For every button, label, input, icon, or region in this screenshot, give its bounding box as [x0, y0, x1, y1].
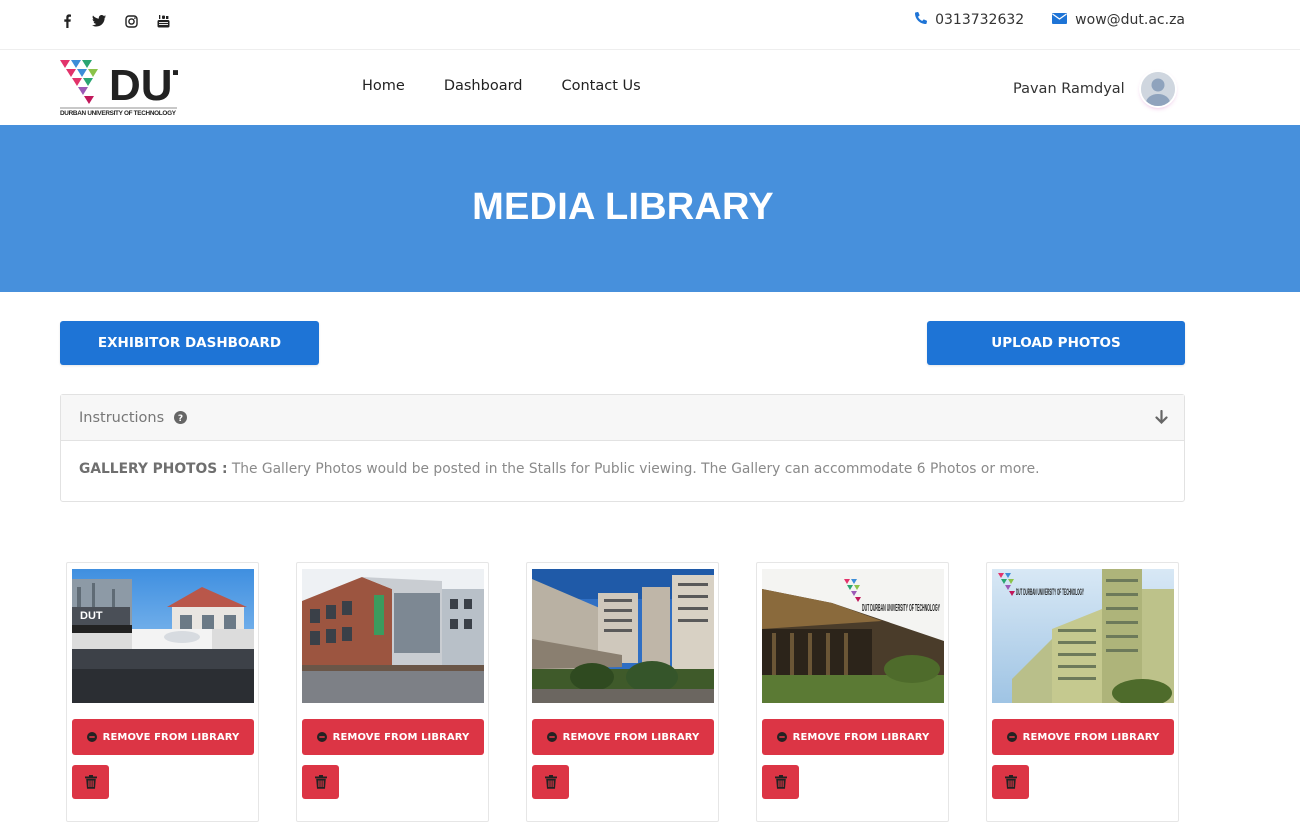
logo-subtext: DURBAN UNIVERSITY OF TECHNOLOGY: [60, 110, 177, 117]
gallery-card: REMOVE FROM LIBRARY: [526, 562, 719, 822]
page-banner: MEDIA LIBRARY: [0, 125, 1300, 292]
delete-photo-button[interactable]: [992, 765, 1029, 799]
gallery-card: DUT REMOVE FROM LIBRARY: [66, 562, 259, 822]
remove-label: REMOVE FROM LIBRARY: [1022, 731, 1160, 743]
photo-overlay-text: DUT: [80, 610, 103, 622]
envelope-icon: [1052, 12, 1068, 28]
nav-contact-us[interactable]: Contact Us: [562, 78, 641, 94]
instructions-header[interactable]: Instructions ?: [61, 395, 1184, 441]
gallery-photo[interactable]: DUT: [72, 569, 254, 703]
minus-circle-icon: [1006, 732, 1017, 742]
photo-overlay-text: DUT DURBAN UNIVERSITY OF TECHNOLOGY: [1016, 587, 1084, 597]
instructions-text: The Gallery Photos would be posted in th…: [227, 461, 1040, 477]
nav-dashboard[interactable]: Dashboard: [444, 78, 523, 94]
remove-label: REMOVE FROM LIBRARY: [102, 731, 240, 743]
phone-contact[interactable]: 0313732632: [915, 11, 1025, 28]
delete-photo-button[interactable]: [532, 765, 569, 799]
email-contact[interactable]: wow@dut.ac.za: [1052, 12, 1185, 28]
delete-photo-button[interactable]: [72, 765, 109, 799]
remove-label: REMOVE FROM LIBRARY: [792, 731, 930, 743]
minus-circle-icon: [546, 732, 557, 742]
trash-icon: [1004, 775, 1017, 789]
trash-icon: [314, 775, 327, 789]
gallery-photo[interactable]: DUT DURBAN UNIVERSITY OF TECHNOLOGY: [992, 569, 1174, 703]
logo-wordmark: DUT: [109, 61, 178, 110]
trash-icon: [544, 775, 557, 789]
phone-icon: [915, 11, 928, 28]
arrow-down-icon[interactable]: [1155, 409, 1168, 428]
minus-circle-icon: [776, 732, 787, 742]
contact-info: 0313732632 wow@dut.ac.za: [887, 11, 1185, 28]
remove-label: REMOVE FROM LIBRARY: [562, 731, 700, 743]
svg-text:?: ?: [178, 414, 183, 424]
instructions-label: GALLERY PHOTOS :: [79, 461, 228, 477]
trash-icon: [774, 775, 787, 789]
remove-from-library-button[interactable]: REMOVE FROM LIBRARY: [762, 719, 944, 755]
top-bar: 0313732632 wow@dut.ac.za: [0, 0, 1300, 50]
question-circle-icon: ?: [174, 411, 188, 424]
gallery-photo[interactable]: [302, 569, 484, 703]
remove-from-library-button[interactable]: REMOVE FROM LIBRARY: [72, 719, 254, 755]
exhibitor-dashboard-button[interactable]: EXHIBITOR DASHBOARD: [60, 321, 319, 365]
user-menu[interactable]: Pavan Ramdyal: [1013, 72, 1175, 106]
user-name: Pavan Ramdyal: [1013, 81, 1125, 97]
gallery-card: DUT DURBAN UNIVERSITY OF TECHNOLOGY REMO…: [986, 562, 1179, 822]
avatar[interactable]: [1140, 72, 1175, 106]
minus-circle-icon: [316, 732, 327, 742]
instagram-icon[interactable]: [122, 12, 140, 30]
dut-logo[interactable]: DUT DURBAN UNIVERSITY OF TECHNOLOGY: [60, 56, 200, 118]
remove-from-library-button[interactable]: REMOVE FROM LIBRARY: [532, 719, 714, 755]
delete-photo-button[interactable]: [762, 765, 799, 799]
nav-home[interactable]: Home: [362, 78, 405, 94]
gallery-photo[interactable]: [532, 569, 714, 703]
remove-from-library-button[interactable]: REMOVE FROM LIBRARY: [302, 719, 484, 755]
gallery-photo[interactable]: DUT DURBAN UNIVERSITY OF TECHNOLOGY: [762, 569, 944, 703]
instructions-panel: Instructions ? GALLERY PHOTOS : The Gall…: [60, 394, 1185, 502]
page-title: MEDIA LIBRARY: [472, 186, 774, 228]
minus-circle-icon: [86, 732, 97, 742]
social-links: [58, 12, 172, 30]
email-address: wow@dut.ac.za: [1075, 12, 1185, 28]
youtube-icon[interactable]: [154, 12, 172, 30]
photo-overlay-text: DUT DURBAN UNIVERSITY OF TECHNOLOGY: [862, 603, 940, 614]
upload-photos-button[interactable]: UPLOAD PHOTOS: [927, 321, 1185, 365]
main-header: DUT DURBAN UNIVERSITY OF TECHNOLOGY Home…: [0, 50, 1300, 125]
photo-gallery: DUT REMOVE FROM LIBRARY REMOVE FROM LIBR…: [66, 562, 1179, 822]
gallery-card: DUT DURBAN UNIVERSITY OF TECHNOLOGY REMO…: [756, 562, 949, 822]
gallery-card: REMOVE FROM LIBRARY: [296, 562, 489, 822]
delete-photo-button[interactable]: [302, 765, 339, 799]
trash-icon: [84, 775, 97, 789]
remove-label: REMOVE FROM LIBRARY: [332, 731, 470, 743]
phone-number: 0313732632: [935, 12, 1025, 28]
twitter-icon[interactable]: [90, 12, 108, 30]
main-nav: Home Dashboard Contact Us: [362, 78, 641, 94]
facebook-icon[interactable]: [58, 12, 76, 30]
instructions-body: GALLERY PHOTOS : The Gallery Photos woul…: [61, 441, 1184, 497]
remove-from-library-button[interactable]: REMOVE FROM LIBRARY: [992, 719, 1174, 755]
instructions-title: Instructions: [79, 409, 165, 426]
